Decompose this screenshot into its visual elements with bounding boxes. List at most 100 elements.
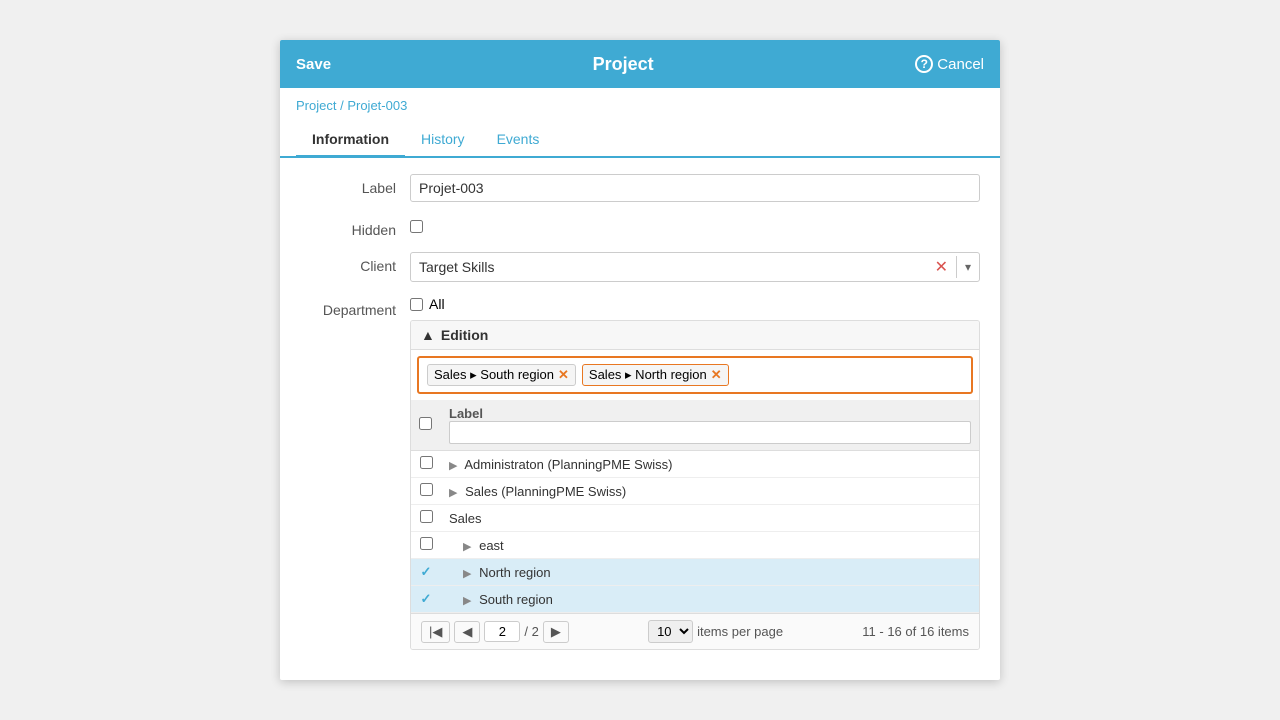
dept-table-label-col-text: Label [449,406,971,421]
page-separator: / 2 [524,624,538,639]
dept-panel-title: Edition [441,327,488,343]
client-clear-button[interactable]: ✕ [927,253,956,281]
department-row: Department All ▲ Edition [300,296,980,650]
table-row[interactable]: ▶ east [411,532,979,559]
table-row[interactable]: ▶ Sales (PlanningPME Swiss) [411,478,979,505]
department-field-label: Department [300,296,410,318]
check-icon-4: ✓ [421,564,432,579]
tab-history[interactable]: History [405,123,481,158]
dept-all-row: All [410,296,980,312]
dept-row-check-2 [411,505,441,532]
form-area: Label Hidden Client Target Skills ✕ ▾ [280,158,1000,680]
dept-tag-north-label: Sales ▸ North region [589,367,707,383]
client-row: Client Target Skills ✕ ▾ [300,252,980,282]
hidden-row: Hidden [300,216,980,238]
client-input-wrap: Target Skills ✕ ▾ [410,252,980,282]
dept-panel: ▲ Edition Sales ▸ South region ✕ Sales ▸… [410,320,980,650]
dept-panel-chevron: ▲ [421,327,435,343]
label-input[interactable] [410,174,980,202]
dept-all-label: All [429,296,445,312]
label-field-label: Label [300,174,410,196]
expand-icon-3: ▶ [463,541,471,553]
cancel-button[interactable]: ? Cancel [915,55,984,73]
tabs-container: Information History Events [280,123,1000,158]
dept-table-search[interactable] [449,421,971,444]
dept-row-check-1 [411,478,441,505]
breadcrumb-project-link[interactable]: Project [296,98,336,113]
dept-row-check-5: ✓ [411,586,441,613]
items-per-page: 10 25 50 items per page [648,620,783,643]
dept-tags-row: Sales ▸ South region ✕ Sales ▸ North reg… [417,356,973,394]
dept-row-label-4: ▶ North region [441,559,979,586]
pagination-nav: |◀ ◀ / 2 ▶ [421,621,569,643]
first-page-button[interactable]: |◀ [421,621,450,643]
main-window: Save Project ? Cancel Project / Projet-0… [280,40,1000,680]
dept-row-text-0: Administraton (PlanningPME Swiss) [464,457,672,472]
dept-row-text-1: Sales (PlanningPME Swiss) [465,484,626,499]
dept-tag-north-close[interactable]: ✕ [711,367,722,383]
dept-all-checkbox[interactable] [410,298,423,311]
dept-panel-header: ▲ Edition [411,321,979,350]
breadcrumb: Project / Projet-003 [280,88,1000,123]
hidden-field-label: Hidden [300,216,410,238]
dept-tag-south-label: Sales ▸ South region [434,367,554,383]
dept-row-checkbox-1[interactable] [420,483,433,496]
department-field-control: All ▲ Edition Sales ▸ South region ✕ [410,296,980,650]
dept-row-text-3: east [479,538,504,553]
expand-icon-5: ▶ [463,595,471,607]
label-field-control [410,174,980,202]
dept-tag-south-close[interactable]: ✕ [558,367,569,383]
dept-row-label-0: ▶ Administraton (PlanningPME Swiss) [441,451,979,478]
table-row[interactable]: ✓ ▶ South region [411,586,979,613]
expand-icon-1: ▶ [449,487,457,499]
dept-table-label-col: Label [441,400,979,451]
help-icon: ? [915,55,933,73]
dept-row-checkbox-2[interactable] [420,510,433,523]
dept-row-label-3: ▶ east [441,532,979,559]
tab-events[interactable]: Events [481,123,556,158]
client-value: Target Skills [411,254,927,280]
dept-tag-north: Sales ▸ North region ✕ [582,364,729,386]
client-field-control: Target Skills ✕ ▾ [410,252,980,282]
prev-page-button[interactable]: ◀ [454,621,480,643]
window-title: Project [331,54,915,75]
dept-row-check-4: ✓ [411,559,441,586]
dept-row-checkbox-3[interactable] [420,537,433,550]
dept-row-text-4: North region [479,565,551,580]
table-row[interactable]: ▶ Administraton (PlanningPME Swiss) [411,451,979,478]
dept-row-label-1: ▶ Sales (PlanningPME Swiss) [441,478,979,505]
save-button[interactable]: Save [296,56,331,73]
dept-row-text-5: South region [479,592,553,607]
table-row[interactable]: Sales [411,505,979,532]
expand-icon-4: ▶ [463,568,471,580]
pagination: |◀ ◀ / 2 ▶ 10 25 50 items [411,613,979,649]
client-dropdown-button[interactable]: ▾ [956,256,979,278]
dept-row-check-3 [411,532,441,559]
dept-tag-south: Sales ▸ South region ✕ [427,364,576,386]
client-field-label: Client [300,252,410,274]
hidden-checkbox[interactable] [410,220,423,233]
pagination-info: 11 - 16 of 16 items [862,624,969,639]
dept-table: Label [411,400,979,613]
dept-row-check-0 [411,451,441,478]
dept-row-label-2: Sales [441,505,979,532]
hidden-field-control [410,216,980,233]
items-per-page-label: items per page [697,624,783,639]
dept-table-header-row: Label [411,400,979,451]
dept-row-label-5: ▶ South region [441,586,979,613]
label-row: Label [300,174,980,202]
next-page-button[interactable]: ▶ [543,621,569,643]
dept-table-all-check[interactable] [419,417,432,430]
breadcrumb-current[interactable]: Projet-003 [347,98,407,113]
expand-icon-0: ▶ [449,460,457,472]
dept-table-check-col [411,400,441,451]
cancel-label: Cancel [937,56,984,73]
table-row[interactable]: ✓ ▶ North region [411,559,979,586]
tab-information[interactable]: Information [296,123,405,158]
page-number-input[interactable] [484,621,520,642]
dept-row-checkbox-0[interactable] [420,456,433,469]
check-icon-5: ✓ [421,591,432,606]
dept-row-text-2: Sales [449,511,482,526]
items-per-page-select[interactable]: 10 25 50 [648,620,693,643]
header: Save Project ? Cancel [280,40,1000,88]
